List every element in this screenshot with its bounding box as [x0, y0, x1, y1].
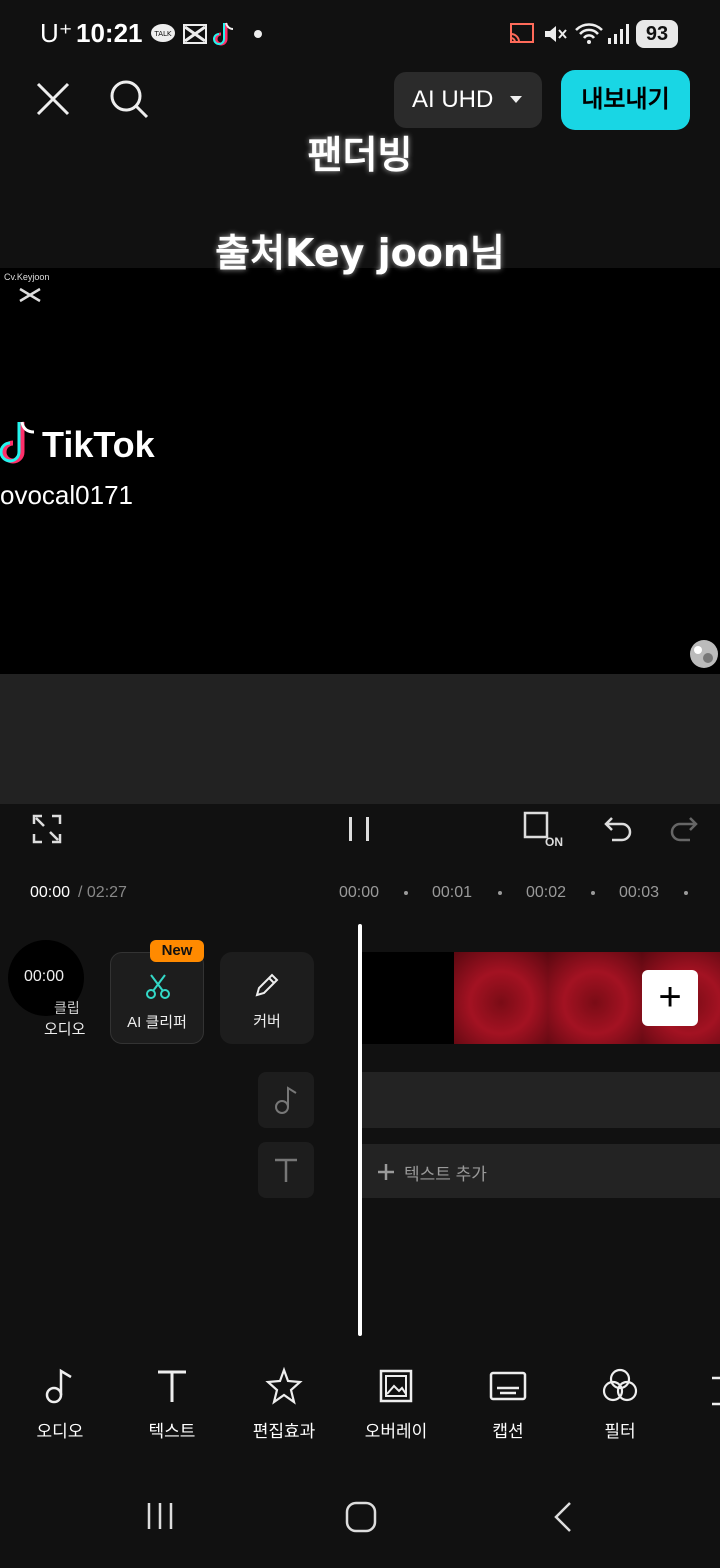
back-icon[interactable]: [550, 1500, 578, 1534]
carrier-label: U⁺: [40, 18, 73, 48]
scissors-icon: [146, 974, 170, 999]
status-bar: U⁺ 10:21 TALK 93: [0, 0, 720, 66]
text-track-icon-box[interactable]: [258, 1142, 314, 1198]
add-text-track[interactable]: 텍스트 추가: [362, 1144, 720, 1198]
toolbar-caption-label: 캡션: [492, 1422, 524, 1441]
tick-dot: [591, 891, 595, 895]
preview-spacer: [0, 674, 720, 804]
toolbar-audio[interactable]: 오디오: [10, 1366, 110, 1442]
close-icon[interactable]: [34, 80, 72, 118]
keyframe-on-icon[interactable]: ON: [522, 810, 566, 850]
battery-level: 93: [636, 20, 678, 48]
cover-label: 커버: [253, 1013, 281, 1030]
tick-dot: [404, 891, 408, 895]
toolbar-text-label: 텍스트: [148, 1422, 196, 1441]
text-icon: [275, 1158, 297, 1182]
quality-label: AI UHD: [412, 86, 494, 113]
total-time: / 02:27: [78, 884, 127, 901]
toolbar-effects[interactable]: 편집효과: [234, 1366, 334, 1442]
capcut-watermark-icon: [19, 287, 41, 303]
timeline-tick: 00:01: [432, 884, 473, 901]
tiktok-handle-text: ovocal0171: [0, 480, 133, 510]
clip-audio-label: 오디오: [44, 1021, 86, 1038]
new-badge: New: [150, 940, 204, 962]
ai-clipper-label: AI 클리퍼: [127, 1014, 187, 1031]
toolbar-overlay-label: 오버레이: [364, 1422, 428, 1441]
cast-icon: [510, 23, 534, 43]
toolbar-effects-label: 편집효과: [252, 1422, 316, 1441]
sparkle-star-icon: [265, 1366, 303, 1405]
tiktok-icon: [213, 22, 234, 46]
search-icon[interactable]: [108, 78, 150, 120]
tick-dot: [684, 891, 688, 895]
toolbar-caption[interactable]: 캡션: [458, 1366, 558, 1442]
undo-icon[interactable]: [602, 812, 634, 844]
toolbar-filter[interactable]: 필터: [570, 1366, 670, 1442]
keyframe-badge: ON: [545, 835, 563, 849]
dot-icon: [254, 30, 262, 38]
music-note-icon: [275, 1086, 297, 1114]
watermark-text: Cv.Keyjoon: [4, 272, 50, 282]
timeline-tick: 00:03: [619, 884, 660, 901]
clock: 10:21: [76, 18, 143, 48]
more-tools-icon[interactable]: [710, 1374, 720, 1410]
pencil-icon: [255, 973, 279, 997]
capcut-editor-screen: U⁺ 10:21 TALK 93 AI UHD 내보내기 팬더빙 출처Key j…: [0, 0, 720, 1568]
caption-icon: [489, 1371, 527, 1401]
current-time: 00:00: [30, 884, 71, 901]
audio-track-icon-box[interactable]: [258, 1072, 314, 1128]
capcut-icon: [183, 24, 207, 44]
plus-icon: [378, 1164, 394, 1180]
toolbar-text[interactable]: 텍스트: [122, 1366, 222, 1442]
overlay-credit: 출처Key joon님: [215, 231, 505, 275]
overlay-title: 팬더빙: [307, 133, 413, 177]
video-thumbnail: [548, 952, 642, 1044]
svg-text:TALK: TALK: [153, 30, 171, 38]
export-button[interactable]: 내보내기: [561, 70, 690, 130]
fullscreen-icon[interactable]: [32, 814, 62, 844]
music-note-icon: [45, 1368, 72, 1404]
add-clip-button[interactable]: +: [642, 970, 698, 1026]
overlay-image-icon: [379, 1369, 413, 1403]
video-thumbnail: [454, 952, 548, 1044]
filter-icon: [602, 1368, 638, 1402]
redo-icon[interactable]: [668, 812, 700, 844]
toolbar-overlay[interactable]: 오버레이: [346, 1366, 446, 1442]
clip-audio-time: 00:00: [24, 968, 65, 985]
sticker-icon: [690, 640, 718, 668]
video-preview[interactable]: [0, 268, 720, 674]
quality-dropdown-button[interactable]: AI UHD: [394, 72, 542, 128]
ai-clipper-button[interactable]: AI 클리퍼: [110, 952, 204, 1044]
timeline-tick: 00:00: [339, 884, 380, 901]
kakaotalk-icon: TALK: [151, 24, 175, 42]
cover-button[interactable]: 커버: [220, 952, 314, 1044]
text-icon: [158, 1370, 186, 1402]
audio-track[interactable]: [362, 1072, 720, 1128]
add-text-label: 텍스트 추가: [404, 1165, 487, 1184]
mute-icon: [545, 26, 567, 42]
tick-dot: [498, 891, 502, 895]
pause-icon[interactable]: [344, 814, 374, 844]
toolbar-audio-label: 오디오: [36, 1422, 84, 1441]
home-icon[interactable]: [344, 1500, 378, 1534]
timeline-tick: 00:02: [526, 884, 567, 901]
tiktok-brand-text: TikTok: [42, 424, 155, 465]
wifi-icon: [575, 23, 603, 44]
signal-icon: [608, 24, 629, 44]
toolbar-filter-label: 필터: [604, 1422, 636, 1441]
clip-audio-label: 클립: [54, 1000, 80, 1016]
tiktok-logo-icon: [0, 421, 35, 464]
recent-apps-icon[interactable]: [144, 1500, 176, 1532]
playhead[interactable]: [358, 924, 362, 1336]
caret-down-icon: [510, 96, 522, 103]
